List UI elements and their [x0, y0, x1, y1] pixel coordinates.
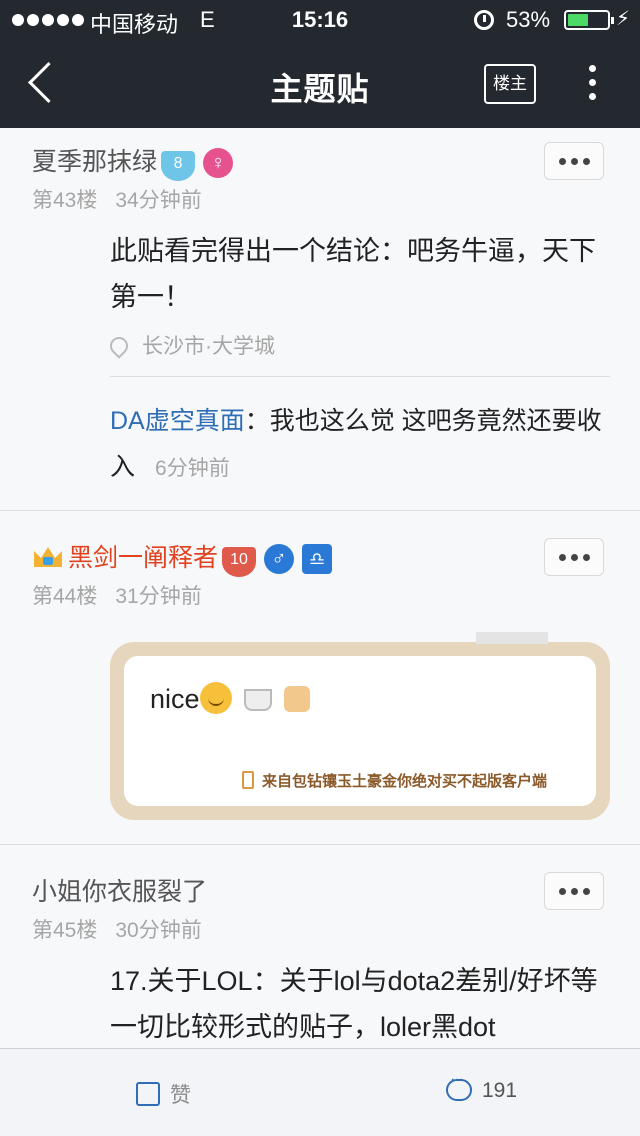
floor-number: 第45楼 [32, 919, 98, 942]
like-label: 赞 [170, 1084, 191, 1107]
status-bar: 中国移动 E 15:16 53% ⚡ [0, 0, 640, 40]
post-more-button[interactable] [544, 142, 604, 180]
coffee-emoji-icon [243, 689, 272, 711]
card-tab [476, 632, 548, 644]
reply-author[interactable]: DA虚空真面 [110, 407, 245, 435]
post-author-name[interactable]: 黑剑一阐释者 [68, 544, 218, 572]
post-time: 34分钟前 [115, 189, 202, 212]
post-author-name[interactable]: 夏季那抹绿 [32, 148, 157, 176]
post-location[interactable]: 长沙市·大学城 [106, 330, 275, 360]
post-meta: 第45楼 30分钟前 [32, 914, 202, 944]
thumbs-up-icon [136, 1082, 160, 1106]
location-label: 长沙市·大学城 [142, 335, 275, 358]
client-tail-text: 来自包钻镶玉土豪金你绝对买不起版客户端 [262, 773, 548, 790]
nav-bar: 主题贴 楼主 [0, 40, 640, 128]
post-more-button[interactable] [544, 872, 604, 910]
alarm-icon [474, 10, 494, 30]
comment-count: 191 [482, 1079, 518, 1102]
post-author[interactable]: 夏季那抹绿 8 ♀ [32, 142, 234, 181]
phone-icon [242, 771, 254, 789]
level-badge: 8 [161, 151, 196, 181]
post-author-name[interactable]: 小姐你衣服裂了 [32, 878, 207, 906]
floor-number: 第44楼 [32, 585, 98, 608]
sub-reply[interactable]: DA虚空真面：我也这么觉 这吧务竟然还要收入 6分钟前 [110, 398, 610, 492]
more-menu-icon[interactable] [586, 65, 598, 105]
divider [110, 376, 610, 377]
bottom-action-bar: 赞 191 [0, 1048, 640, 1136]
location-pin-icon [106, 333, 132, 359]
post-author[interactable]: 小姐你衣服裂了 [32, 872, 207, 908]
thumbs-up-emoji-icon [283, 686, 310, 712]
post-text: nice [150, 684, 200, 714]
post-time: 31分钟前 [115, 585, 202, 608]
reply-time: 6分钟前 [155, 457, 230, 480]
card-body: nice 来自包钻镶玉土豪金你绝对买不起版客户端 [124, 656, 596, 806]
post-meta: 第44楼 31分钟前 [32, 580, 202, 610]
thread-screen: 中国移动 E 15:16 53% ⚡ 主题贴 楼主 夏季那抹绿 8 ♀ 第43楼 34… [0, 0, 640, 1136]
post-divider [0, 510, 640, 511]
page-title: 主题贴 [270, 71, 370, 107]
top-bar: 中国移动 E 15:16 53% ⚡ 主题贴 楼主 [0, 0, 640, 128]
post-meta: 第43楼 34分钟前 [32, 184, 202, 214]
comment-button[interactable]: 191 [446, 1071, 518, 1103]
only-op-button[interactable]: 楼主 [484, 64, 536, 104]
battery-icon [564, 10, 614, 30]
post-content: nice [150, 682, 310, 715]
comment-icon [446, 1071, 472, 1101]
level-badge: 10 [222, 547, 257, 577]
post-content: 此贴看完得出一个结论：吧务牛逼，天下第一！ [110, 236, 596, 312]
post-content: 17.关于LOL：关于lol与dota2差别/好坏等一切比较形式的贴子，lole… [110, 966, 598, 1042]
post-more-button[interactable] [544, 538, 604, 576]
floor-number: 第43楼 [32, 189, 98, 212]
post-time: 30分钟前 [115, 919, 202, 942]
libra-icon: ♎ [302, 544, 333, 574]
charging-icon: ⚡ [616, 8, 631, 30]
post-card: nice 来自包钻镶玉土豪金你绝对买不起版客户端 [110, 632, 610, 820]
vip-crown-icon [32, 541, 64, 569]
client-tail[interactable]: 来自包钻镶玉土豪金你绝对买不起版客户端 [242, 770, 547, 791]
post-divider [0, 844, 640, 845]
male-icon: ♂ [264, 544, 295, 574]
female-icon: ♀ [203, 148, 234, 178]
like-button[interactable]: 赞 [136, 1079, 191, 1109]
battery-percent: 53% [506, 7, 551, 32]
post-author[interactable]: 黑剑一阐释者 10 ♂ ♎ [32, 538, 333, 577]
smile-emoji-icon [199, 682, 232, 714]
